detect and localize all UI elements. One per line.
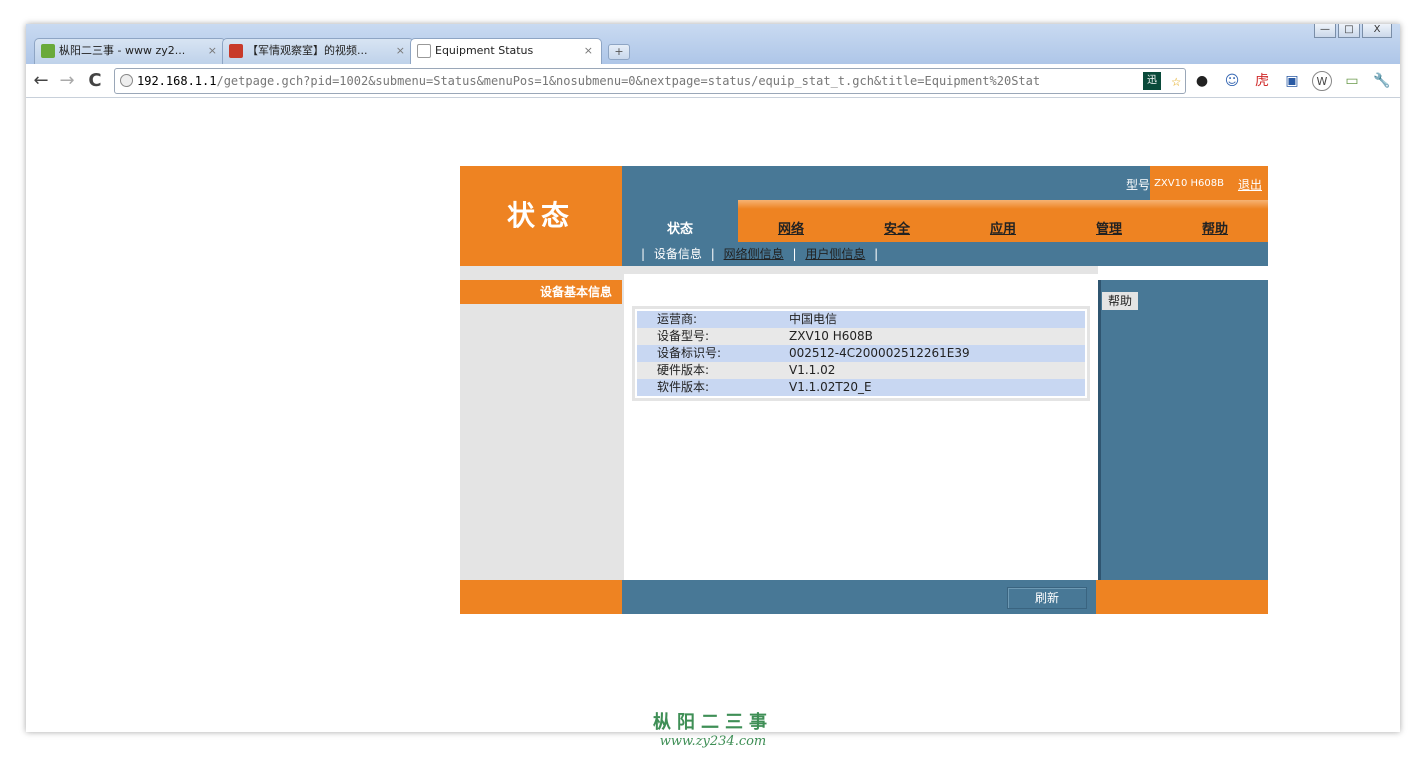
table-row: 设备标识号: 002512-4C200002512261E39 bbox=[637, 345, 1085, 362]
nav-application[interactable]: 应用 bbox=[950, 200, 1056, 242]
page-icon bbox=[417, 44, 431, 58]
table-row: 软件版本: V1.1.02T20_E bbox=[637, 379, 1085, 396]
tab-strip: 枞阳二三事 - www zy2... × 【军情观察室】的视频... × Equ… bbox=[34, 38, 630, 64]
table-row: 硬件版本: V1.1.02 bbox=[637, 362, 1085, 379]
maximize-button[interactable]: □ bbox=[1338, 24, 1360, 38]
row-key: 硬件版本: bbox=[657, 363, 710, 377]
forward-icon[interactable]: → bbox=[56, 70, 78, 92]
nav-help[interactable]: 帮助 bbox=[1162, 200, 1268, 242]
subnav-network-side[interactable]: 网络侧信息 bbox=[724, 247, 784, 261]
mascot-icon[interactable]: ☺ bbox=[1222, 71, 1242, 91]
back-icon[interactable]: ← bbox=[30, 70, 52, 92]
wordpress-icon[interactable]: W bbox=[1312, 71, 1332, 91]
browser-window: — □ X 枞阳二三事 - www zy2... × 【军情观察室】的视频...… bbox=[26, 24, 1400, 749]
row-key: 软件版本: bbox=[657, 380, 710, 394]
table-row: 运营商: 中国电信 bbox=[637, 311, 1085, 328]
window-close-button[interactable]: X bbox=[1362, 24, 1392, 38]
close-icon[interactable]: × bbox=[396, 39, 405, 63]
tab-zy234[interactable]: 枞阳二三事 - www zy2... × bbox=[34, 38, 226, 64]
extension-icons: ● ☺ 虎 ▣ W ▭ 🔧 bbox=[1192, 71, 1392, 91]
globe-icon bbox=[120, 74, 133, 87]
footer-right bbox=[1096, 580, 1268, 614]
reload-icon[interactable]: C bbox=[84, 70, 106, 92]
row-value: V1.1.02T20_E bbox=[789, 380, 872, 394]
model-value: ZXV10 H608B bbox=[1154, 178, 1224, 189]
window-controls: — □ X bbox=[1314, 24, 1392, 38]
model-area: ZXV10 H608B 退出 bbox=[1150, 166, 1268, 200]
logout-link[interactable]: 退出 bbox=[1238, 176, 1262, 193]
new-tab-button[interactable]: + bbox=[608, 44, 630, 60]
section-logo: 状态 bbox=[460, 166, 622, 266]
tab-video[interactable]: 【军情观察室】的视频... × bbox=[222, 38, 414, 64]
subnav-device-info[interactable]: 设备信息 bbox=[654, 247, 702, 261]
address-bar[interactable]: 192.168.1.1/getpage.gch?pid=1002&submenu… bbox=[114, 68, 1186, 94]
thunder-extension-icon[interactable]: 迅 bbox=[1143, 72, 1161, 90]
top-bar: 型号 ZXV10 H608B 退出 状态 网络 安全 应用 管理 帮助 | 设备… bbox=[622, 166, 1268, 266]
router-page: 状态 型号 ZXV10 H608B 退出 状态 网络 安全 应用 管理 帮助 | bbox=[460, 166, 1268, 614]
title-bar: — □ X 枞阳二三事 - www zy2... × 【军情观察室】的视频...… bbox=[26, 24, 1400, 64]
browser-toolbar: ← → C 192.168.1.1/getpage.gch?pid=1002&s… bbox=[26, 64, 1400, 98]
watermark-url: www.zy234.com bbox=[659, 734, 767, 749]
help-button[interactable]: 帮助 bbox=[1102, 292, 1138, 310]
left-heading[interactable]: 设备基本信息 bbox=[460, 280, 622, 304]
screenshot-icon[interactable]: ▣ bbox=[1282, 71, 1302, 91]
tab-label: 【军情观察室】的视频... bbox=[247, 44, 368, 57]
image-icon[interactable]: ▭ bbox=[1342, 71, 1362, 91]
footer-middle: 刷新 bbox=[622, 580, 1096, 614]
nav-management[interactable]: 管理 bbox=[1056, 200, 1162, 242]
center-panel: 运营商: 中国电信 设备型号: ZXV10 H608B 设备标识号: 00251… bbox=[622, 266, 1098, 580]
watermark-title: 枞阳二三事 bbox=[653, 712, 773, 733]
row-key: 设备型号: bbox=[657, 329, 710, 343]
tiger-icon[interactable]: 虎 bbox=[1252, 71, 1272, 91]
minimize-button[interactable]: — bbox=[1314, 24, 1336, 38]
refresh-button[interactable]: 刷新 bbox=[1007, 587, 1087, 609]
tab-equipment-status[interactable]: Equipment Status × bbox=[410, 38, 602, 64]
page-content: 状态 型号 ZXV10 H608B 退出 状态 网络 安全 应用 管理 帮助 | bbox=[26, 99, 1400, 749]
row-key: 运营商: bbox=[657, 312, 698, 326]
sub-nav: | 设备信息 | 网络侧信息 | 用户侧信息 | bbox=[641, 247, 879, 261]
row-value: 中国电信 bbox=[789, 312, 838, 326]
tree-icon bbox=[41, 44, 55, 58]
row-value: V1.1.02 bbox=[789, 363, 836, 377]
subnav-user-side[interactable]: 用户侧信息 bbox=[805, 247, 865, 261]
main-nav: 状态 网络 安全 应用 管理 帮助 bbox=[622, 200, 1268, 242]
nav-network[interactable]: 网络 bbox=[738, 200, 844, 242]
wrench-icon[interactable]: 🔧 bbox=[1372, 71, 1392, 91]
tab-label: Equipment Status bbox=[435, 44, 534, 57]
left-panel: 设备基本信息 bbox=[460, 266, 622, 580]
close-icon[interactable]: × bbox=[208, 39, 217, 63]
nav-security[interactable]: 安全 bbox=[844, 200, 950, 242]
url-path: /getpage.gch?pid=1002&submenu=Status&men… bbox=[216, 74, 1041, 88]
watermark: 枞阳二三事 www.zy234.com bbox=[26, 708, 1400, 749]
row-value: 002512-4C200002512261E39 bbox=[789, 346, 970, 360]
row-key: 设备标识号: bbox=[657, 346, 722, 360]
tab-label: 枞阳二三事 - www zy2... bbox=[59, 44, 186, 57]
swirl-icon bbox=[229, 44, 243, 58]
url-host: 192.168.1.1 bbox=[137, 74, 217, 88]
bookmark-star-icon[interactable]: ☆ bbox=[1171, 69, 1181, 93]
table-row: 设备型号: ZXV10 H608B bbox=[637, 328, 1085, 345]
model-label: 型号 bbox=[1125, 178, 1150, 192]
help-panel: 帮助 bbox=[1098, 266, 1268, 580]
device-info-table: 运营商: 中国电信 设备型号: ZXV10 H608B 设备标识号: 00251… bbox=[632, 306, 1090, 401]
close-icon[interactable]: × bbox=[584, 39, 593, 63]
footer-left bbox=[460, 580, 622, 614]
nav-status[interactable]: 状态 bbox=[622, 200, 738, 242]
row-value: ZXV10 H608B bbox=[789, 329, 873, 343]
color-wheel-icon[interactable]: ● bbox=[1192, 71, 1212, 91]
